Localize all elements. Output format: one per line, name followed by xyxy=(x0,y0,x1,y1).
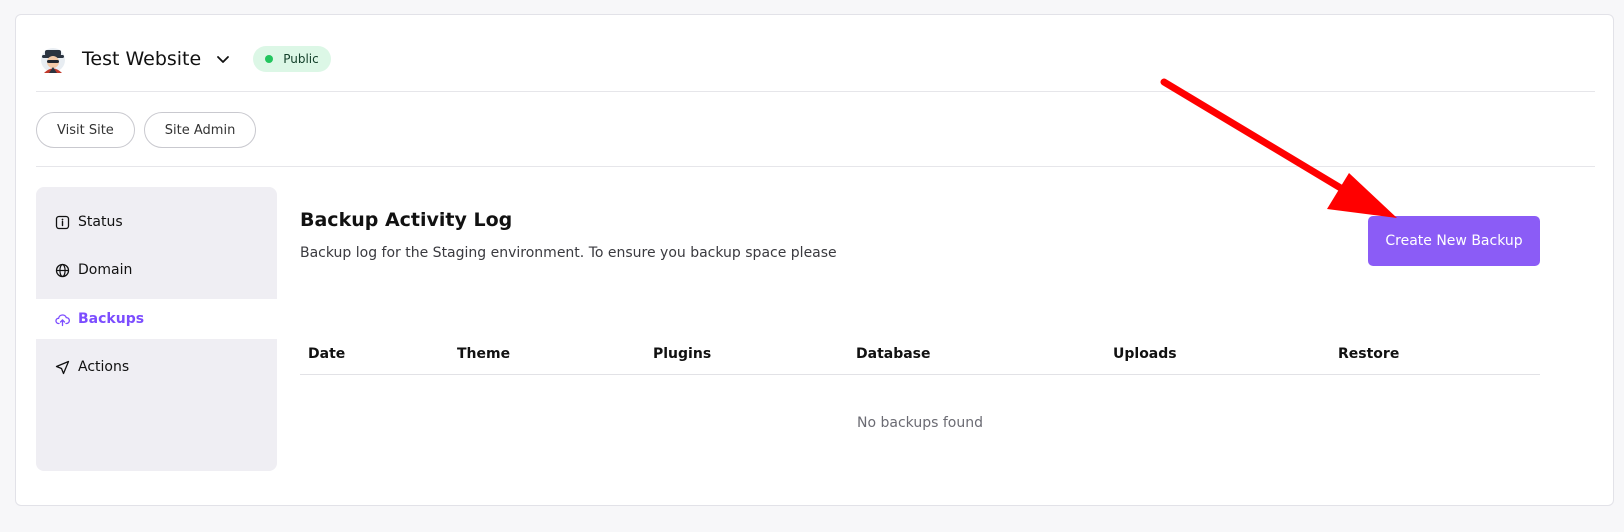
cloud-upload-icon xyxy=(55,312,70,327)
sidebar: Status Domain Backups Actions xyxy=(36,187,277,471)
info-icon xyxy=(55,215,70,230)
globe-icon xyxy=(55,263,70,278)
spy-avatar-icon xyxy=(41,48,65,73)
column-header-plugins: Plugins xyxy=(653,346,712,362)
column-header-restore: Restore xyxy=(1338,346,1400,362)
sidebar-item-label: Domain xyxy=(78,262,133,278)
page-title: Backup Activity Log xyxy=(300,209,513,231)
quick-links-divider xyxy=(36,166,1595,167)
header-divider xyxy=(36,91,1595,92)
sidebar-item-domain[interactable]: Domain xyxy=(36,250,277,290)
chevron-down-icon[interactable] xyxy=(215,51,231,67)
site-panel: Test Website Public Visit Site Site Admi… xyxy=(15,14,1614,506)
sidebar-item-status[interactable]: Status xyxy=(36,202,277,242)
sidebar-item-actions[interactable]: Actions xyxy=(36,347,277,387)
column-header-database: Database xyxy=(856,346,931,362)
visit-site-button[interactable]: Visit Site xyxy=(36,112,135,148)
site-name: Test Website xyxy=(82,48,202,70)
quick-links: Visit Site Site Admin xyxy=(36,112,257,148)
sidebar-item-backups[interactable]: Backups xyxy=(36,299,277,339)
status-dot xyxy=(265,55,274,63)
sidebar-item-label: Backups xyxy=(78,311,145,327)
site-admin-button[interactable]: Site Admin xyxy=(143,112,257,148)
sidebar-item-label: Actions xyxy=(78,359,130,375)
status-badge: Public xyxy=(253,46,331,72)
site-header: Test Website Public xyxy=(38,41,331,77)
backups-table-header: Date Theme Plugins Database Uploads Rest… xyxy=(300,340,1540,375)
create-new-backup-button[interactable]: Create New Backup xyxy=(1368,216,1540,266)
column-header-uploads: Uploads xyxy=(1113,346,1177,362)
page-description: Backup log for the Staging environment. … xyxy=(300,245,837,261)
send-icon xyxy=(55,360,70,375)
status-badge-label: Public xyxy=(283,52,319,66)
sidebar-item-label: Status xyxy=(78,214,123,230)
empty-state-message: No backups found xyxy=(857,415,983,431)
column-header-date: Date xyxy=(308,346,346,362)
column-header-theme: Theme xyxy=(457,346,511,362)
